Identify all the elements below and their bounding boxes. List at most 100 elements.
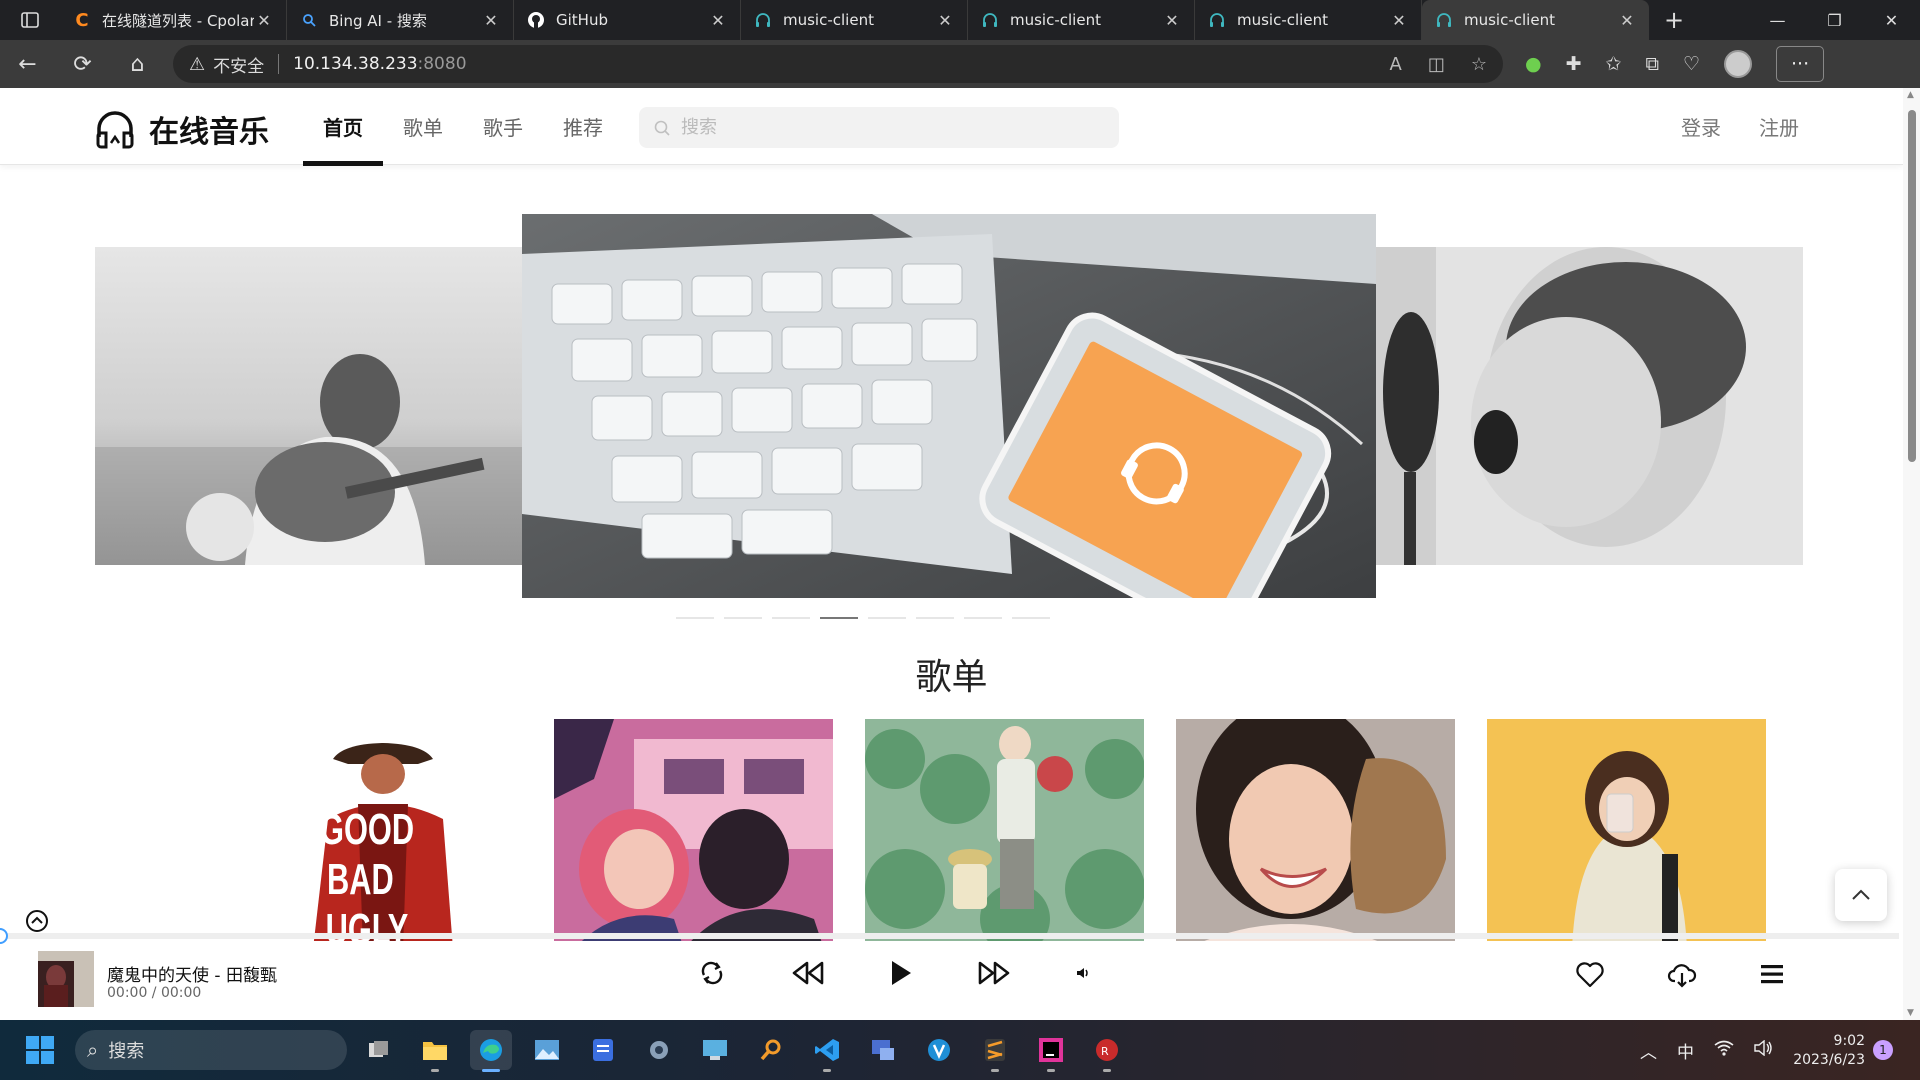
scroll-up-arrow-icon[interactable]: ▲: [1907, 90, 1914, 100]
carousel-slide-prev[interactable]: [95, 247, 522, 565]
home-icon[interactable]: ⌂: [110, 40, 165, 88]
close-tab-icon[interactable]: ✕: [935, 11, 955, 30]
carousel-dot[interactable]: [916, 617, 954, 619]
progress-knob[interactable]: [0, 928, 8, 944]
redis-desktop-icon[interactable]: R: [1086, 1030, 1128, 1072]
download-cloud-icon[interactable]: [1667, 961, 1697, 993]
site-logo[interactable]: 在线音乐: [93, 107, 269, 151]
search-everything-icon[interactable]: [750, 1030, 792, 1070]
more-menu-icon[interactable]: ···: [1776, 46, 1825, 82]
browser-tab[interactable]: GitHub ✕: [514, 0, 741, 40]
browser-tab-active[interactable]: music-client ✕: [1422, 0, 1649, 40]
playlist-card[interactable]: GOOD BAD UGLY: [243, 719, 522, 949]
search-box[interactable]: [639, 107, 1119, 148]
page-scrollbar[interactable]: ▲ ▼: [1903, 88, 1920, 1020]
notification-badge[interactable]: 1: [1873, 1040, 1893, 1060]
browser-tab[interactable]: music-client ✕: [1195, 0, 1422, 40]
photos-icon[interactable]: [526, 1030, 568, 1070]
close-tab-icon[interactable]: ✕: [254, 11, 274, 30]
speaker-icon[interactable]: [1754, 1039, 1774, 1061]
loop-mode-icon[interactable]: [695, 959, 729, 987]
nav-item-playlists[interactable]: 歌单: [383, 88, 463, 165]
back-to-top-button[interactable]: [1835, 869, 1887, 921]
playlist-card[interactable]: [554, 719, 833, 949]
ime-indicator[interactable]: 中: [1677, 1038, 1694, 1063]
taskbar-search[interactable]: ⌕ 搜索: [75, 1030, 347, 1070]
system-clock[interactable]: 9:02 2023/6/23: [1785, 1032, 1865, 1070]
progress-bar[interactable]: [0, 928, 1899, 944]
remote-desktop-icon[interactable]: [694, 1030, 736, 1070]
carousel-dot[interactable]: [1012, 617, 1050, 619]
close-tab-icon[interactable]: ✕: [481, 11, 501, 30]
favorite-heart-icon[interactable]: [1575, 961, 1605, 993]
collapse-player-icon[interactable]: [25, 909, 49, 933]
carousel-dot[interactable]: [724, 617, 762, 619]
task-view-icon[interactable]: [358, 1030, 400, 1070]
playlist-card[interactable]: [1487, 719, 1766, 949]
intellij-idea-icon[interactable]: [1030, 1030, 1072, 1072]
refresh-icon[interactable]: ⟳: [55, 40, 110, 88]
profile-avatar-icon[interactable]: [1724, 50, 1753, 78]
notes-app-icon[interactable]: [582, 1030, 624, 1070]
scroll-down-arrow-icon[interactable]: ▼: [1907, 1008, 1914, 1018]
nav-item-home[interactable]: 首页: [303, 88, 383, 166]
reading-view-icon[interactable]: ◫: [1428, 54, 1445, 75]
scrollbar-thumb[interactable]: [1908, 110, 1916, 462]
close-window-icon[interactable]: ✕: [1863, 0, 1920, 40]
next-track-icon[interactable]: [977, 959, 1011, 987]
close-tab-icon[interactable]: ✕: [708, 11, 728, 30]
login-link[interactable]: 登录: [1681, 112, 1721, 141]
carousel-slide-next[interactable]: [1376, 247, 1803, 565]
extension-badge-icon[interactable]: ●: [1525, 53, 1542, 75]
play-icon[interactable]: [887, 959, 915, 987]
playlist-card[interactable]: [1176, 719, 1455, 949]
close-tab-icon[interactable]: ✕: [1617, 11, 1637, 30]
warning-icon[interactable]: ⚠: [189, 54, 205, 75]
close-tab-icon[interactable]: ✕: [1162, 11, 1182, 30]
close-tab-icon[interactable]: ✕: [1389, 11, 1409, 30]
carousel-dot[interactable]: [772, 617, 810, 619]
album-cover[interactable]: [38, 951, 94, 1007]
carousel-dot[interactable]: [676, 617, 714, 619]
playlist-card[interactable]: [865, 719, 1144, 949]
minimize-icon[interactable]: —: [1749, 0, 1806, 40]
address-bar[interactable]: ⚠ 不安全 10.134.38.233 :8080 A ◫ ☆: [173, 45, 1503, 83]
back-icon[interactable]: ←: [0, 40, 55, 88]
extensions-icon[interactable]: ✚: [1566, 53, 1582, 75]
vscode-icon[interactable]: [806, 1030, 848, 1072]
show-hidden-icons-icon[interactable]: ︿: [1640, 1038, 1657, 1063]
performance-icon[interactable]: ♡: [1683, 53, 1700, 75]
browser-tab[interactable]: Bing AI - 搜索 ✕: [287, 0, 514, 40]
tab-actions-icon[interactable]: [0, 0, 60, 40]
read-aloud-icon[interactable]: A: [1390, 54, 1402, 75]
playlist-grid: GOOD BAD UGLY: [243, 719, 1766, 949]
nav-item-singers[interactable]: 歌手: [463, 88, 543, 165]
carousel-slide-current[interactable]: [522, 214, 1376, 598]
browser-tab[interactable]: music-client ✕: [741, 0, 968, 40]
register-link[interactable]: 注册: [1759, 112, 1799, 141]
collections-icon[interactable]: ⧉: [1645, 53, 1659, 75]
carousel-dot[interactable]: [964, 617, 1002, 619]
network-tool-icon[interactable]: [862, 1030, 904, 1070]
new-tab-icon[interactable]: +: [1649, 0, 1699, 40]
vmware-icon[interactable]: [918, 1030, 960, 1070]
file-explorer-icon[interactable]: [414, 1030, 456, 1072]
carousel-dot[interactable]: [820, 617, 858, 619]
edge-browser-icon[interactable]: [470, 1030, 512, 1072]
favorite-star-icon[interactable]: ☆: [1471, 54, 1487, 75]
volume-icon[interactable]: [1073, 965, 1093, 981]
browser-tab[interactable]: music-client ✕: [968, 0, 1195, 40]
security-label[interactable]: 不安全: [213, 52, 264, 77]
settings-gear-icon[interactable]: [638, 1030, 680, 1070]
search-input[interactable]: [681, 117, 1081, 138]
wifi-icon[interactable]: [1714, 1040, 1734, 1061]
sublime-text-icon[interactable]: [974, 1030, 1016, 1072]
favorites-icon[interactable]: ✩: [1606, 53, 1622, 75]
playlist-menu-icon[interactable]: [1759, 961, 1785, 993]
previous-track-icon[interactable]: [791, 959, 825, 987]
browser-tab[interactable]: C 在线隧道列表 - Cpolar ✕: [60, 0, 287, 40]
windows-start-icon[interactable]: [25, 1035, 55, 1065]
restore-icon[interactable]: ❐: [1806, 0, 1863, 40]
carousel-dot[interactable]: [868, 617, 906, 619]
nav-item-recommend[interactable]: 推荐: [543, 88, 623, 165]
